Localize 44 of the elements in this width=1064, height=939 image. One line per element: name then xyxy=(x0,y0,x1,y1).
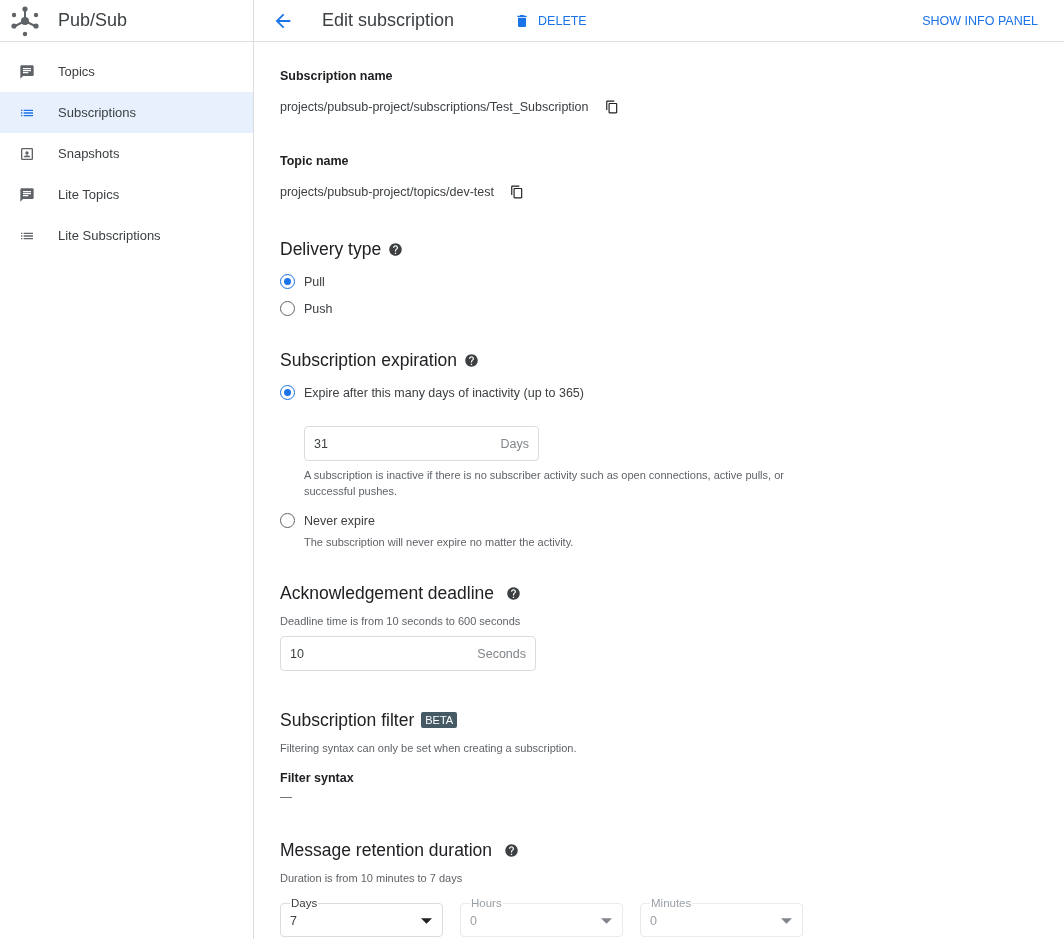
hint-text: Duration is from 10 minutes to 7 days xyxy=(280,871,464,886)
hint-text: Filtering syntax can only be set when creating a subscription. xyxy=(280,741,578,756)
app-title: Pub/Sub xyxy=(58,10,128,31)
section-heading: Delivery type xyxy=(280,238,382,260)
hint-text: Deadline time is from 10 seconds to 600 seconds xyxy=(280,614,522,629)
radio-label[interactable]: Never expire xyxy=(304,513,375,528)
section-heading: Subscription filter xyxy=(280,709,415,731)
sidebar-item[interactable]: Subscriptions xyxy=(0,92,253,133)
sidebar-item[interactable]: Topics xyxy=(0,51,253,92)
radio-label[interactable]: Expire after this many days of inactivity (up to 365) xyxy=(304,385,584,400)
copy-button[interactable] xyxy=(510,185,524,199)
text-field[interactable]: 31 Days xyxy=(304,426,539,461)
show-info-panel-button[interactable]: SHOW INFO PANEL xyxy=(920,9,1040,32)
field-value: projects/pubsub-project/subscriptions/Test_Subscription xyxy=(280,99,589,116)
caret-icon xyxy=(421,918,432,924)
radio-label[interactable]: Pull xyxy=(304,274,325,289)
field-value: projects/pubsub-project/topics/dev-test xyxy=(280,184,494,201)
field-label: Topic name xyxy=(280,153,350,170)
section-heading: Message retention duration xyxy=(280,839,493,861)
page-title: Edit subscription xyxy=(322,10,455,31)
snapshot-icon xyxy=(19,145,35,162)
message-icon xyxy=(19,63,35,80)
radio-label[interactable]: Push xyxy=(304,301,333,316)
sidebar-item[interactable]: Lite Topics xyxy=(0,174,253,215)
delete-button[interactable]: DELETE xyxy=(512,8,589,33)
section-heading: Subscription expiration xyxy=(280,349,458,371)
copy-button[interactable] xyxy=(604,100,619,114)
text-field[interactable]: 10 Seconds xyxy=(280,636,536,671)
beta-badge: BETA xyxy=(421,712,458,728)
message-icon xyxy=(19,186,35,203)
field-label: Filter syntax xyxy=(280,770,355,787)
copy-icon xyxy=(510,185,524,199)
hint-text: A subscription is inactive if there is no subscriber activity such as open connections, active pulls, or successful pushes. xyxy=(304,468,784,499)
network-dots-logo-icon xyxy=(9,4,41,37)
copy-icon xyxy=(604,100,619,114)
field-value: — xyxy=(280,789,293,806)
sidebar-item[interactable]: Snapshots xyxy=(0,133,253,174)
dropdown-field[interactable]: Days 7 xyxy=(280,896,443,937)
caret-icon xyxy=(781,918,792,924)
caret-icon xyxy=(601,918,612,924)
field-label: Subscription name xyxy=(280,68,394,85)
hint-text: The subscription will never expire no matter the activity. xyxy=(304,535,575,550)
sidebar-item[interactable]: Lite Subscriptions xyxy=(0,215,253,256)
section-heading: Acknowledgement deadline xyxy=(280,582,495,604)
